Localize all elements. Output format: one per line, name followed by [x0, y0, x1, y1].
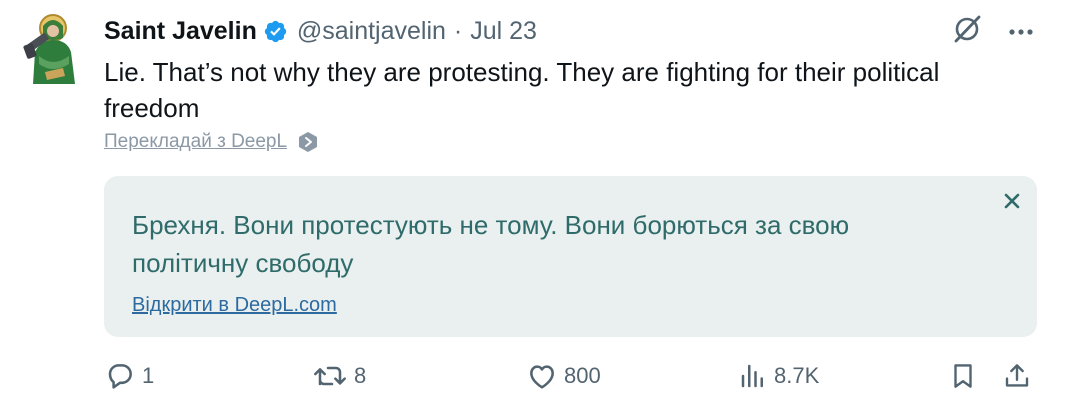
views-icon — [738, 360, 768, 392]
separator-dot: · — [453, 16, 463, 45]
retweet-icon — [312, 360, 348, 392]
tweet-date[interactable]: Jul 23 — [470, 17, 537, 46]
author-name[interactable]: Saint Javelin — [104, 17, 257, 46]
more-icon[interactable] — [1008, 23, 1034, 41]
share-button[interactable] — [1002, 360, 1032, 392]
translate-link[interactable]: Перекладай з DeepL — [104, 131, 287, 153]
bookmark-icon — [948, 360, 978, 392]
retweet-button[interactable]: 8 — [312, 360, 366, 392]
translation-box: Брехня. Вони протестують не тому. Вони б… — [104, 176, 1037, 337]
verified-badge-icon — [263, 19, 288, 44]
open-deepl-link[interactable]: Відкрити в DeepL.com — [132, 294, 337, 317]
like-count: 800 — [564, 363, 601, 388]
views-button[interactable]: 8.7K — [738, 360, 819, 392]
tweet-action-bar: 1 8 800 8.7K — [104, 360, 1036, 396]
reply-count: 1 — [142, 363, 155, 388]
heart-icon — [526, 360, 558, 392]
translated-text: Брехня. Вони протестують не тому. Вони б… — [132, 210, 850, 278]
avatar[interactable] — [23, 12, 83, 84]
retweet-count: 8 — [354, 363, 367, 388]
author-handle[interactable]: @saintjavelin — [297, 17, 446, 46]
like-button[interactable]: 800 — [526, 360, 601, 392]
close-icon[interactable] — [1003, 192, 1021, 210]
views-count: 8.7K — [774, 363, 820, 388]
deepl-icon[interactable] — [297, 131, 319, 153]
tweet-top-actions — [952, 14, 1034, 49]
reply-icon — [104, 360, 136, 392]
bookmark-button[interactable] — [948, 360, 978, 392]
translate-row: Перекладай з DeepL — [104, 131, 319, 153]
reply-button[interactable]: 1 — [104, 360, 154, 392]
grok-icon[interactable] — [952, 14, 982, 49]
tweet-text: Lie. That’s not why they are protesting.… — [104, 57, 940, 123]
tweet-header: Saint Javelin @saintjavelin · Jul 23 — [104, 14, 537, 48]
share-icon — [1002, 360, 1032, 392]
